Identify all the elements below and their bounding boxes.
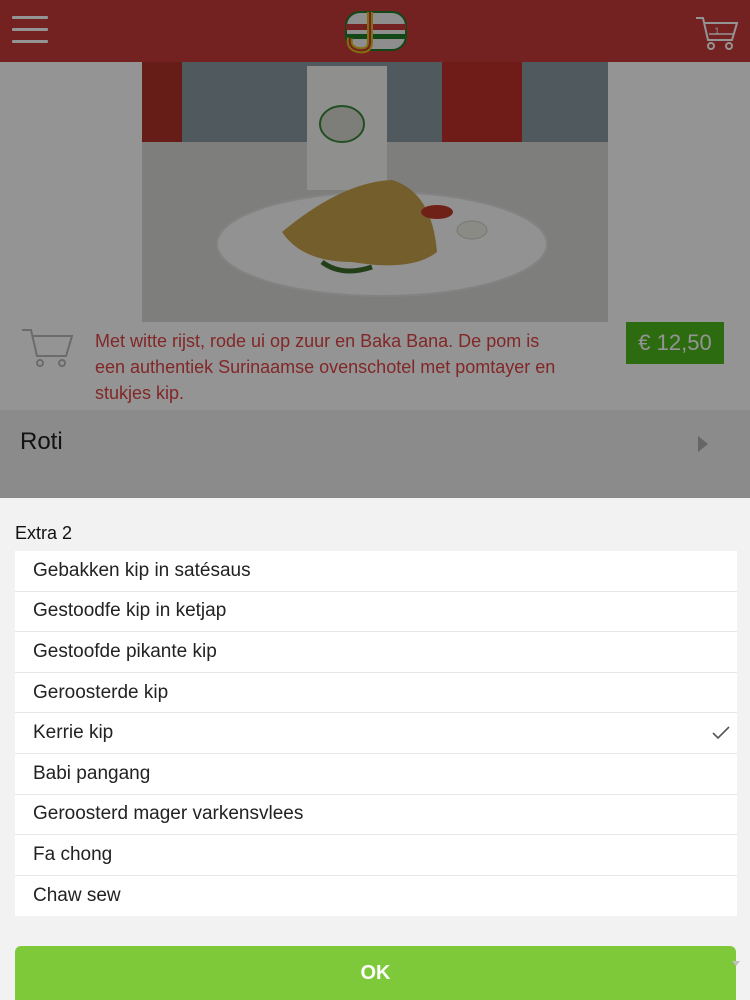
- picker-title: Extra 2: [15, 523, 73, 543]
- option-item[interactable]: Gebakken kip in satésaus: [15, 551, 737, 592]
- option-label: Gestoofde pikante kip: [33, 640, 217, 662]
- option-item[interactable]: Chaw sew: [15, 876, 737, 917]
- extra-picker-sheet: Extra 2 Gebakken kip in satésaus Gestood…: [0, 498, 750, 1000]
- chevron-down-icon: [732, 961, 740, 966]
- option-item[interactable]: Fa chong: [15, 835, 737, 876]
- checkmark-icon: [712, 726, 730, 740]
- option-item[interactable]: Geroosterde kip: [15, 673, 737, 714]
- option-item[interactable]: Gestoodfe kip in ketjap: [15, 592, 737, 633]
- option-label: Babi pangang: [33, 762, 151, 784]
- option-label: Chaw sew: [33, 885, 121, 907]
- option-item[interactable]: Geroosterd mager varkensvlees: [15, 795, 737, 836]
- option-label: Fa chong: [33, 843, 113, 865]
- options-list: Gebakken kip in satésaus Gestoodfe kip i…: [15, 551, 737, 917]
- option-label: Gestoodfe kip in ketjap: [33, 600, 227, 622]
- option-label: Gebakken kip in satésaus: [33, 559, 251, 581]
- ok-button[interactable]: OK: [15, 946, 736, 1000]
- modal-dim-overlay[interactable]: [0, 0, 750, 498]
- option-label: Geroosterde kip: [33, 681, 169, 703]
- option-label: Kerrie kip: [33, 722, 114, 744]
- option-label: Geroosterd mager varkensvlees: [33, 803, 304, 825]
- option-item[interactable]: Babi pangang: [15, 754, 737, 795]
- option-item-selected[interactable]: Kerrie kip: [15, 713, 737, 754]
- option-item[interactable]: Gestoofde pikante kip: [15, 632, 737, 673]
